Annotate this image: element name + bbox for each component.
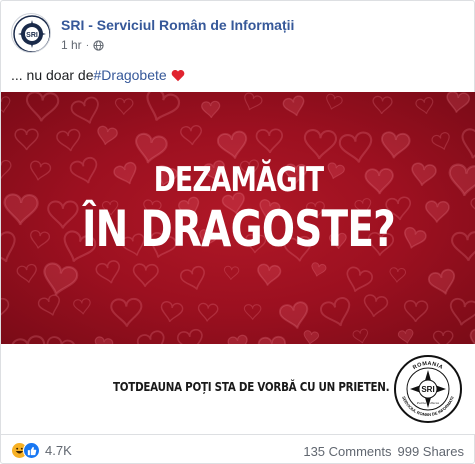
background-heart-shape: [73, 298, 91, 315]
background-heart-shape: [303, 330, 320, 344]
background-heart-shape: [56, 128, 81, 152]
background-heart-shape: [11, 335, 46, 344]
background-heart-shape: [255, 128, 284, 154]
background-heart-shape: [1, 231, 16, 263]
sri-avatar-logo: SRI: [13, 15, 50, 52]
background-heart-shape: [469, 328, 475, 344]
hashtag-link[interactable]: #Dragobete: [94, 67, 167, 83]
post-image[interactable]: DEZAMĂGIT ÎN DRAGOSTE? TOTDEAUNA POȚI ST…: [1, 92, 475, 435]
background-heart-shape: [14, 128, 39, 151]
background-heart-shape: [146, 92, 181, 122]
shares-count-link[interactable]: 999 Shares: [398, 444, 465, 459]
background-heart-shape: [352, 328, 369, 344]
background-heart-shape: [461, 128, 475, 159]
background-heart-shape: [30, 160, 52, 181]
background-heart-shape: [201, 100, 221, 119]
globe-icon[interactable]: [93, 39, 104, 51]
background-heart-shape: [25, 92, 60, 122]
background-heart-shape: [320, 297, 351, 327]
background-heart-shape: [217, 130, 248, 160]
background-heart-shape: [97, 125, 118, 146]
background-heart-shape: [372, 95, 393, 115]
reaction-count: 4.7K: [45, 443, 72, 458]
background-heart-shape: [70, 96, 99, 125]
background-heart-shape: [282, 95, 305, 117]
background-heart-shape: [197, 302, 219, 322]
background-heart-shape: [177, 328, 203, 344]
headline-line-1: DEZAMĂGIT: [153, 160, 324, 200]
background-heart-shape: [94, 336, 114, 344]
background-heart-shape: [132, 263, 159, 288]
background-heart-shape: [136, 330, 165, 344]
post-text: ... nu doar de #Dragobete: [11, 67, 185, 83]
background-heart-shape: [448, 163, 475, 197]
post-footer: 4.7K 135 Comments 999 Shares: [11, 441, 464, 461]
background-heart-shape: [227, 334, 248, 344]
background-heart-shape: [346, 266, 373, 293]
background-heart-shape: [403, 300, 429, 323]
sri-seal-logo: SRI ROMANIA SERVICIUL ROMAN DE INFORMATI…: [394, 355, 462, 423]
background-heart-shape: [431, 132, 450, 150]
background-heart-shape: [451, 231, 475, 262]
background-heart-shape: [244, 92, 263, 111]
svg-text:SRI: SRI: [421, 385, 434, 394]
post-card: SRI SRI - Serviciul Român de Informații …: [0, 0, 475, 464]
background-heart-shape: [160, 301, 184, 323]
meta-separator: ·: [85, 39, 90, 51]
background-heart-shape: [279, 301, 309, 330]
background-heart-shape: [30, 230, 50, 249]
background-heart-shape: [110, 297, 143, 328]
background-heart-shape: [326, 93, 343, 110]
image-white-strip: TOTDEAUNA POȚI STA DE VORBĂ CU UN PRIETE…: [1, 344, 475, 435]
like-reaction-icon: [23, 442, 40, 459]
post-timestamp[interactable]: 1 hr: [61, 38, 82, 52]
reactions-summary[interactable]: 4.7K: [11, 442, 72, 459]
post-text-prefix: ... nu doar de: [11, 67, 94, 83]
background-heart-shape: [425, 200, 450, 223]
background-heart-shape: [257, 263, 282, 287]
background-heart-shape: [415, 97, 434, 115]
red-heart-emoji-icon: [171, 69, 185, 81]
background-heart-shape: [1, 159, 12, 179]
background-heart-shape: [311, 262, 327, 277]
background-heart-shape: [16, 263, 37, 284]
background-heart-shape: [303, 129, 338, 160]
comments-count-link[interactable]: 135 Comments: [303, 444, 391, 459]
background-heart-shape: [43, 262, 79, 296]
background-heart-shape: [381, 131, 411, 159]
image-tagline: TOTDEAUNA POȚI STA DE VORBĂ CU UN PRIETE…: [113, 380, 390, 394]
post-header: SRI SRI - Serviciul Român de Informații …: [11, 9, 464, 57]
svg-text:SRI: SRI: [26, 32, 38, 39]
background-heart-shape: [3, 193, 39, 226]
background-heart-shape: [257, 335, 287, 344]
background-heart-shape: [46, 336, 76, 344]
background-heart-shape: [449, 298, 475, 326]
background-heart-shape: [389, 267, 407, 283]
svg-text:Patria & Pacea: Patria & Pacea: [416, 401, 439, 405]
background-heart-shape: [95, 260, 120, 284]
background-heart-shape: [397, 328, 414, 344]
background-heart-shape: [37, 294, 60, 316]
background-heart-shape: [1, 96, 11, 113]
page-name-link[interactable]: SRI - Serviciul Român de Informații: [61, 17, 294, 33]
post-stats: 135 Comments 999 Shares: [303, 444, 464, 459]
background-heart-shape: [243, 304, 262, 320]
background-heart-shape: [428, 268, 456, 295]
background-heart-shape: [114, 97, 134, 115]
background-heart-shape: [180, 125, 202, 146]
background-heart-shape: [1, 297, 10, 321]
background-heart-shape: [363, 294, 389, 318]
background-heart-shape: [446, 92, 471, 114]
post-meta: 1 hr ·: [61, 38, 104, 52]
background-heart-shape: [223, 265, 240, 280]
page-avatar[interactable]: SRI: [11, 13, 51, 53]
background-heart-shape: [180, 265, 205, 291]
background-heart-shape: [432, 330, 454, 344]
headline-line-2: ÎN DRAGOSTE?: [81, 200, 396, 258]
background-heart-shape: [470, 197, 475, 216]
image-red-banner: DEZAMĂGIT ÎN DRAGOSTE?: [1, 92, 475, 344]
